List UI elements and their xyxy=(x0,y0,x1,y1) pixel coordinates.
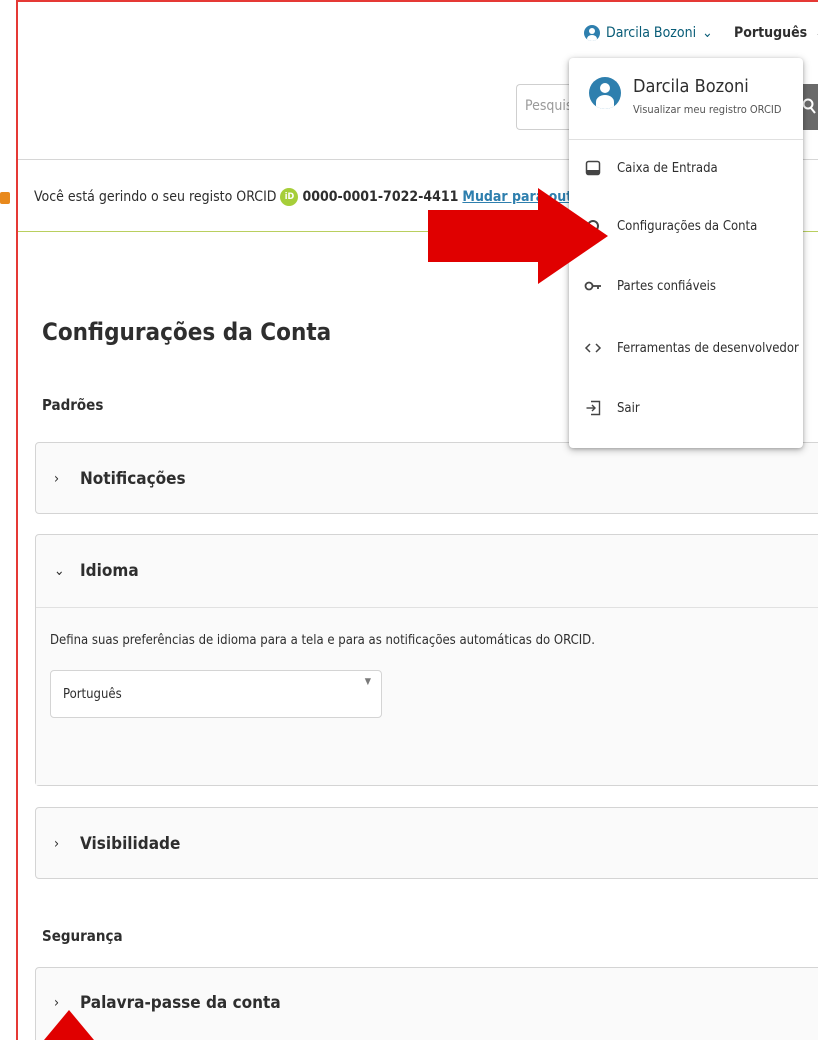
visibility-panel-header[interactable]: › Visibilidade xyxy=(36,808,818,880)
menu-item-logout[interactable]: Sair xyxy=(569,388,803,428)
delegate-marker xyxy=(0,192,10,204)
user-avatar-icon xyxy=(584,25,600,41)
menu-item-inbox[interactable]: Caixa de Entrada xyxy=(569,148,803,188)
menu-item-label: Caixa de Entrada xyxy=(617,160,718,176)
managing-text: Você está gerindo o seu registo ORCID xyxy=(34,189,277,205)
orcid-id-icon: iD xyxy=(280,188,299,206)
password-title: Palavra-passe da conta xyxy=(80,993,281,1013)
menu-item-label: Ferramentas de desenvolvedor xyxy=(617,340,799,356)
chevron-down-icon: ⌄ xyxy=(702,25,713,41)
menu-item-label: Sair xyxy=(617,400,640,416)
annotation-arrow-up-icon xyxy=(44,1010,94,1040)
language-description: Defina suas preferências de idioma para … xyxy=(50,633,595,648)
chevron-down-icon: ⌄ xyxy=(54,563,65,579)
language-panel-body: Defina suas preferências de idioma para … xyxy=(36,607,818,785)
view-record-link[interactable]: Visualizar meu registro ORCID xyxy=(633,103,781,116)
user-avatar-icon xyxy=(589,77,621,109)
inbox-icon xyxy=(569,160,617,176)
language-select[interactable]: Português ▼ xyxy=(50,670,382,718)
page-title: Configurações da Conta xyxy=(42,318,332,346)
security-section-label: Segurança xyxy=(42,927,123,945)
annotation-arrow-icon xyxy=(428,188,608,284)
visibility-panel: › Visibilidade xyxy=(35,807,818,879)
notifications-title: Notificações xyxy=(80,469,186,489)
password-panel-header[interactable]: › Palavra-passe da conta xyxy=(36,968,818,1038)
language-menu-button[interactable]: Português ⌄ xyxy=(734,22,818,44)
menu-item-label: Configurações da Conta xyxy=(617,218,758,234)
chevron-right-icon: › xyxy=(54,995,60,1011)
menu-item-developer-tools[interactable]: Ferramentas de desenvolvedor xyxy=(569,328,803,368)
password-panel: › Palavra-passe da conta xyxy=(35,967,818,1040)
language-title: Idioma xyxy=(80,561,139,581)
defaults-section-label: Padrões xyxy=(42,396,104,414)
language-label: Português xyxy=(734,25,808,41)
logout-icon xyxy=(569,400,617,416)
notifications-panel: › Notificações xyxy=(35,442,818,514)
chevron-right-icon: › xyxy=(54,471,60,487)
dropdown-profile-header[interactable]: Darcila Bozoni Visualizar meu registro O… xyxy=(569,58,803,140)
language-select-value: Português xyxy=(63,687,122,702)
code-icon xyxy=(569,342,617,354)
user-menu-name: Darcila Bozoni xyxy=(606,25,697,41)
language-panel: ⌄ Idioma Defina suas preferências de idi… xyxy=(35,534,818,786)
notifications-panel-header[interactable]: › Notificações xyxy=(36,443,818,515)
search-icon xyxy=(802,98,816,114)
language-panel-header[interactable]: ⌄ Idioma xyxy=(36,535,818,607)
dropdown-user-name: Darcila Bozoni xyxy=(633,76,749,97)
menu-item-label: Partes confiáveis xyxy=(617,278,717,294)
chevron-right-icon: › xyxy=(54,836,60,852)
caret-down-icon: ▼ xyxy=(364,677,371,687)
visibility-title: Visibilidade xyxy=(80,834,181,854)
user-menu-button[interactable]: Darcila Bozoni ⌄ xyxy=(584,22,713,44)
search-input[interactable]: Pesquisar xyxy=(516,84,572,130)
